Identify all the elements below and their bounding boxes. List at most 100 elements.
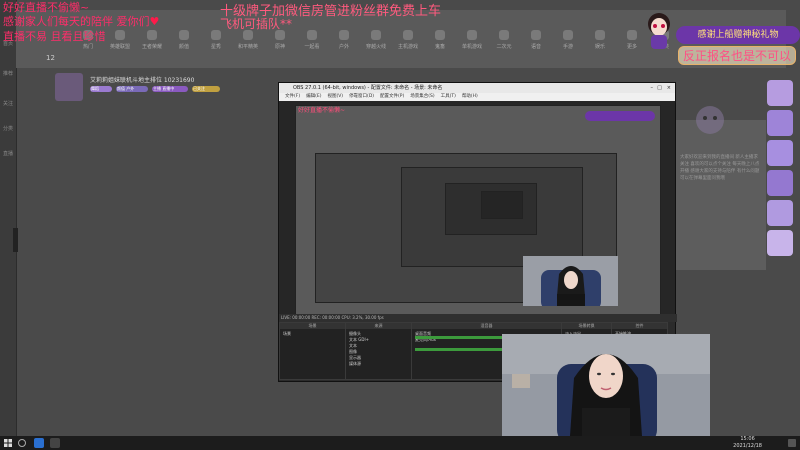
collapse-handle[interactable]	[13, 228, 18, 252]
nav-item[interactable]: 原神	[264, 28, 296, 58]
nav-item-icon	[179, 30, 189, 40]
windows-taskbar: 15:06 2021/12/18	[0, 436, 800, 450]
rail-item-category[interactable]: 分类	[1, 125, 15, 141]
nav-item[interactable]: 单机游戏	[456, 28, 488, 58]
obs-menu-item[interactable]: 工具(T)	[441, 94, 456, 99]
meta-tag[interactable]: 颜值 户外	[116, 86, 148, 92]
nav-item-icon	[595, 30, 605, 40]
nav-item[interactable]: 手游	[552, 28, 584, 58]
obs-menu-item[interactable]: 配置文件(P)	[380, 94, 404, 99]
rail-item-label: 关注	[2, 101, 13, 107]
nav-item[interactable]: 娱乐	[584, 28, 616, 58]
nav-item[interactable]: 鬼畜	[424, 28, 456, 58]
obs-taskbar-icon[interactable]	[50, 438, 60, 448]
meta-tag[interactable]: 舞蹈	[90, 86, 112, 92]
obs-dock-header: 混音器	[412, 323, 561, 329]
obs-dock-header: 场景	[280, 323, 345, 329]
nav-item[interactable]: 一起看	[296, 28, 328, 58]
rail-item-follow[interactable]: 关注	[1, 100, 15, 116]
search-icon[interactable]	[18, 439, 26, 447]
nav-item-label: 一起看	[304, 44, 320, 50]
nav-item-label: 穿越火线	[365, 44, 386, 50]
obs-menu-item[interactable]: 帮助(H)	[462, 94, 478, 99]
webcam-preview-small	[523, 256, 618, 306]
nav-item-label: 鬼畜	[434, 44, 445, 50]
windows-start-icon[interactable]	[4, 439, 12, 447]
obs-dock-header: 控件	[612, 323, 667, 329]
rail-item-live[interactable]: 直播	[1, 150, 15, 166]
streamer-meta: 舞蹈 颜值 户外 主播 直播中 已关注	[90, 86, 290, 96]
nested-capture-5	[481, 191, 523, 219]
webcam-person-icon	[523, 256, 618, 306]
overlay-text-line2-label: 感谢家人们每天的陪伴 爱你们	[3, 15, 150, 28]
nav-item[interactable]: 主机游戏	[392, 28, 424, 58]
rail-item-label: 分类	[2, 126, 13, 132]
nav-item-label: 二次元	[496, 44, 512, 50]
obs-titlebar[interactable]: OBS 27.0.1 (64-bit, windows) - 配置文件: 未命名…	[279, 83, 675, 93]
nav-item-icon	[499, 30, 509, 40]
nav-item[interactable]: 穿越火线	[360, 28, 392, 58]
close-icon[interactable]: ×	[667, 83, 671, 93]
nav-item-label: 颜值	[178, 44, 189, 50]
nav-item[interactable]: 颜值	[168, 28, 200, 58]
maximize-icon[interactable]: □	[657, 83, 662, 93]
obs-menu-item[interactable]: 视图(V)	[327, 94, 343, 99]
overlay-center-line2: 飞机可插队**	[220, 17, 293, 31]
notification-icon[interactable]	[788, 439, 796, 447]
obs-menu-item[interactable]: 停靠窗口(D)	[349, 94, 374, 99]
obs-status-bar: LIVE: 00:00:00 REC: 00:00:00 CPU: 3.2%, …	[279, 314, 677, 322]
follow-button[interactable]: 已关注	[192, 86, 220, 92]
nav-item-icon	[307, 30, 317, 40]
nav-item-label: 热门	[82, 44, 93, 50]
preview-overlay-text: 好好直播不偷懒~	[298, 107, 346, 114]
nav-item[interactable]: 和平精英	[232, 28, 264, 58]
nav-item-label: 户外	[338, 44, 349, 50]
nav-item[interactable]: 语音	[520, 28, 552, 58]
gift-thanks-banner: 感谢上船赠神秘礼物	[676, 26, 800, 44]
browser-taskbar-icon[interactable]	[34, 438, 44, 448]
overlay-text-line3: 直播不易 且看且珍惜	[3, 30, 106, 43]
nav-item[interactable]: 英雄联盟	[104, 28, 136, 58]
nav-item-label: 语音	[530, 44, 541, 50]
nav-item-label: 手游	[562, 44, 573, 50]
rail-item-label: 推荐	[2, 71, 13, 77]
webcam-streamer-icon	[502, 334, 710, 436]
gift-card[interactable]	[767, 200, 793, 226]
obs-menu-item[interactable]: 编辑(E)	[306, 94, 321, 99]
meta-tag[interactable]: 主播 直播中	[152, 86, 188, 92]
streamer-intro-panel: 大家好欢迎来到我的直播间 新人主播求关注 喜欢的可以点个关注 每天晚上八点开播 …	[676, 120, 766, 270]
nav-item-label: 和平精英	[237, 44, 258, 50]
webcam-main	[502, 334, 710, 436]
gift-card[interactable]	[767, 110, 793, 136]
nav-item-icon	[147, 30, 157, 40]
left-rail: 首页 推荐 关注 分类 直播	[0, 0, 18, 436]
obs-menu-item[interactable]: 文件(F)	[285, 94, 300, 99]
obs-dock-item[interactable]: 媒体源	[349, 361, 409, 367]
streamer-avatar[interactable]	[55, 73, 83, 101]
rail-item-recommend[interactable]: 推荐	[1, 70, 15, 86]
gift-card[interactable]	[767, 80, 793, 106]
obs-menu-item[interactable]: 场景集合(S)	[410, 94, 434, 99]
nav-count: 12	[46, 54, 55, 62]
obs-dock-header: 场景转换	[562, 323, 611, 329]
nav-item-label: 主机游戏	[397, 44, 418, 50]
taskbar-clock[interactable]: 15:06 2021/12/18	[733, 436, 762, 450]
nav-item-icon	[531, 30, 541, 40]
streamer-intro-text: 大家好欢迎来到我的直播间 新人主播求关注 喜欢的可以点个关注 每天晚上八点开播 …	[680, 155, 760, 181]
gift-card[interactable]	[767, 230, 793, 256]
minimize-icon[interactable]: –	[651, 83, 654, 93]
obs-dock-item[interactable]: 场景	[283, 331, 343, 337]
anime-mascot-icon	[641, 10, 677, 50]
nav-item[interactable]: 二次元	[488, 28, 520, 58]
gift-card[interactable]	[767, 170, 793, 196]
heart-icon: ♥	[149, 15, 160, 28]
taskbar-date: 2021/12/18	[733, 443, 762, 449]
taskbar-time: 15:06	[740, 436, 755, 442]
obs-dock: 场景 场景	[279, 322, 346, 380]
nav-item[interactable]: 星秀	[200, 28, 232, 58]
nav-item-icon	[115, 30, 125, 40]
obs-title-text: OBS 27.0.1 (64-bit, windows) - 配置文件: 未命名…	[293, 85, 443, 91]
nav-item[interactable]: 户外	[328, 28, 360, 58]
nav-item[interactable]: 王者荣耀	[136, 28, 168, 58]
gift-card[interactable]	[767, 140, 793, 166]
